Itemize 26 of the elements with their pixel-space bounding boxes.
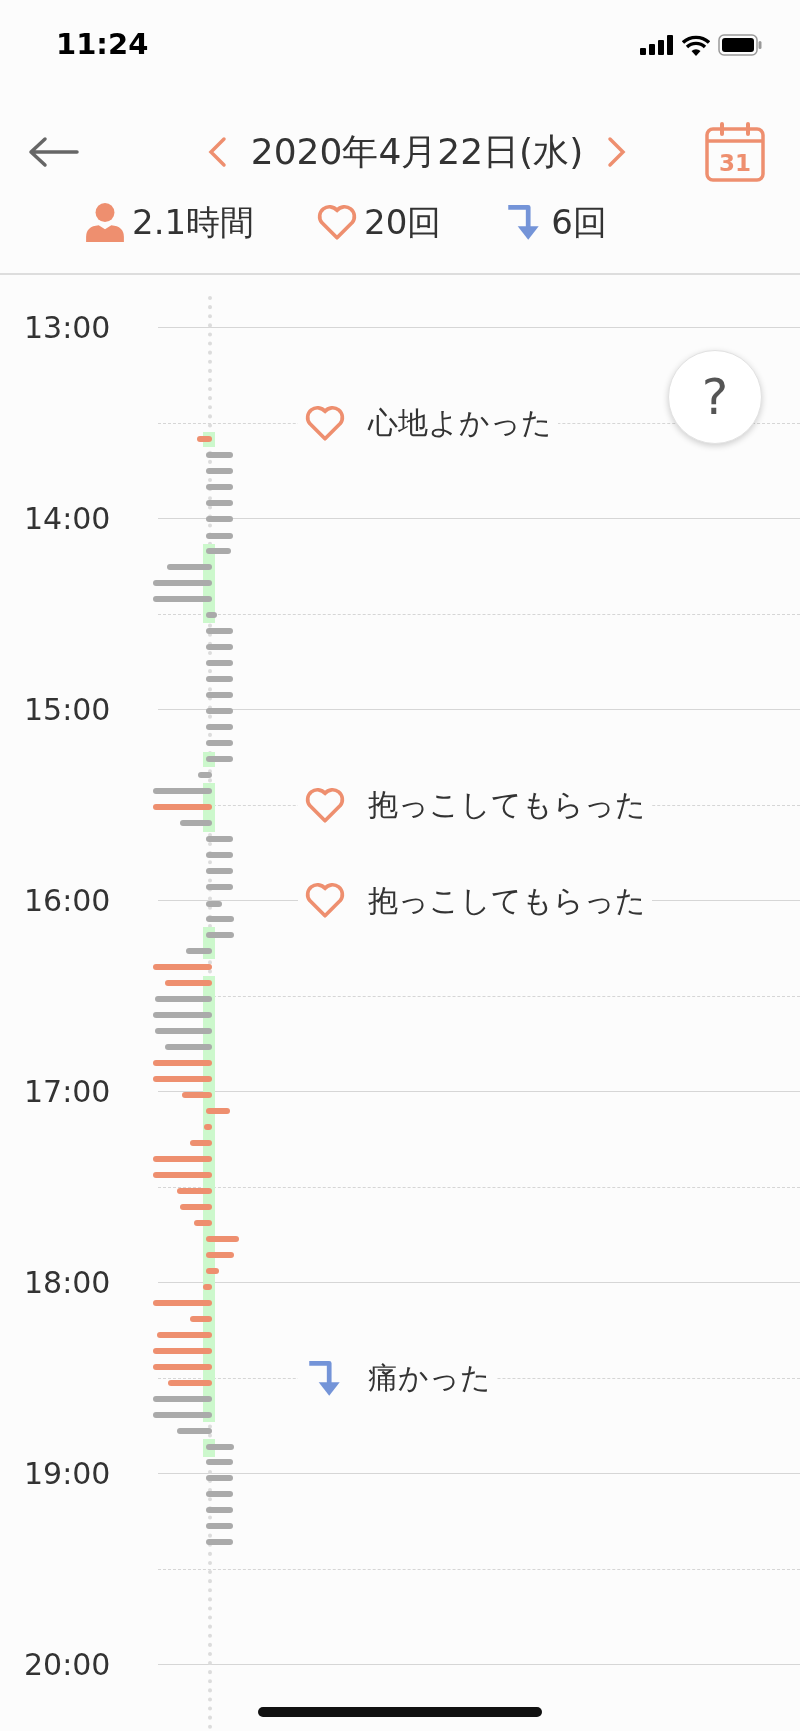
event-text: 痛かった <box>368 1359 491 1397</box>
back-button[interactable] <box>28 136 80 168</box>
calendar-day-text: 31 <box>719 150 751 176</box>
signal-icon <box>640 35 674 55</box>
next-day-button[interactable] <box>607 136 628 168</box>
event-text: 抱っこしてもらった <box>368 786 646 824</box>
event-text: 抱っこしてもらった <box>368 881 646 920</box>
time-label: 19:00 <box>24 1455 111 1491</box>
help-button[interactable]: ? <box>668 350 762 444</box>
time-label: 20:00 <box>24 1646 111 1682</box>
time-label: 13:00 <box>24 309 111 345</box>
time-label: 14:00 <box>24 500 111 536</box>
status-time: 11:24 <box>56 26 149 64</box>
person-icon <box>84 201 126 243</box>
previous-day-button[interactable] <box>206 136 227 168</box>
time-label: 18:00 <box>24 1264 111 1300</box>
time-label: 17:00 <box>24 1073 111 1109</box>
count-text: 6回 <box>551 200 607 244</box>
event-text: 心地よかった <box>368 404 552 442</box>
time-label: 15:00 <box>24 691 111 727</box>
count-text: 20回 <box>364 200 442 244</box>
time-label: 16:00 <box>24 882 111 918</box>
battery-icon <box>718 34 762 56</box>
duration-text: 2.1時間 <box>132 200 255 244</box>
date-title: 2020年4月22日(水) <box>250 130 584 174</box>
wifi-icon <box>682 34 710 56</box>
